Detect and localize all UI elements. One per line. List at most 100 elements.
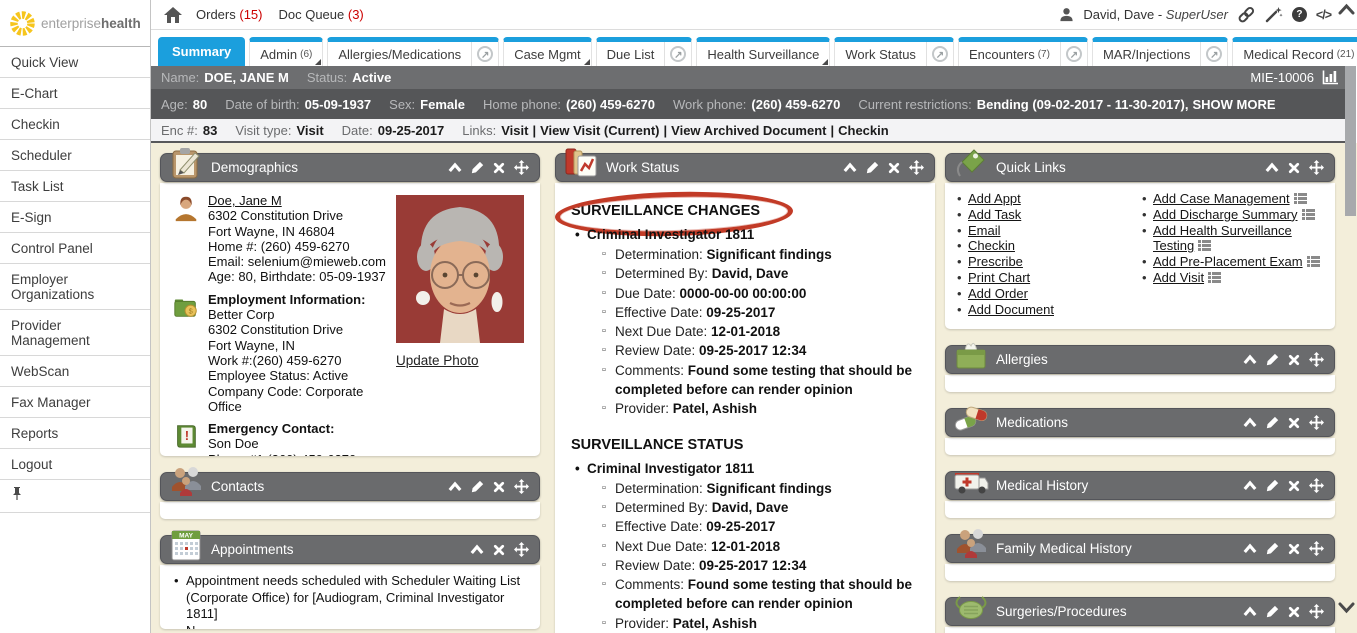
tab-medical-record[interactable]: Medical Record(21) xyxy=(1232,37,1357,66)
chart-icon[interactable] xyxy=(1322,70,1339,85)
collapse-icon[interactable] xyxy=(1243,479,1257,492)
tab-mar-injections[interactable]: MAR/Injections↗ xyxy=(1092,37,1228,66)
scrollbar-thumb[interactable] xyxy=(1345,66,1356,216)
close-icon[interactable] xyxy=(1288,162,1300,174)
quick-link-add-case-management[interactable]: Add Case Management xyxy=(1153,191,1290,206)
edit-icon[interactable] xyxy=(866,161,879,174)
grid-icon[interactable] xyxy=(1298,207,1315,222)
edit-icon[interactable] xyxy=(471,480,484,493)
tab-admin[interactable]: Admin(6) xyxy=(249,37,323,66)
patient-name-link[interactable]: Doe, Jane M xyxy=(208,193,386,208)
sidebar-item-task-list[interactable]: Task List xyxy=(0,171,150,202)
close-icon[interactable] xyxy=(1288,606,1300,618)
link-icon[interactable] xyxy=(1237,6,1256,23)
edit-icon[interactable] xyxy=(1266,605,1279,618)
sidebar-item-reports[interactable]: Reports xyxy=(0,418,150,449)
collapse-icon[interactable] xyxy=(843,161,857,174)
close-icon[interactable] xyxy=(1288,354,1300,366)
quick-link-add-document[interactable]: Add Document xyxy=(968,302,1054,317)
move-icon[interactable] xyxy=(1309,415,1324,430)
tab-encounters[interactable]: Encounters(7)↗ xyxy=(958,37,1088,66)
nav-doc-queue[interactable]: Doc Queue (3) xyxy=(278,7,363,22)
close-icon[interactable] xyxy=(493,162,505,174)
move-icon[interactable] xyxy=(1309,541,1324,556)
quick-link-add-visit[interactable]: Add Visit xyxy=(1153,270,1204,285)
sidebar-pin-button[interactable] xyxy=(0,480,150,513)
quick-link-add-appt[interactable]: Add Appt xyxy=(968,191,1021,206)
edit-icon[interactable] xyxy=(1266,479,1279,492)
scroll-up-icon[interactable] xyxy=(1338,3,1355,16)
move-icon[interactable] xyxy=(1309,604,1324,619)
banner-link-checkin[interactable]: Checkin xyxy=(838,123,889,138)
sidebar-item-webscan[interactable]: WebScan xyxy=(0,356,150,387)
nav-orders[interactable]: Orders (15) xyxy=(196,7,262,22)
scroll-down-icon[interactable] xyxy=(1338,601,1355,614)
tab-health-surveillance[interactable]: Health Surveillance xyxy=(696,37,830,66)
help-icon[interactable]: ? xyxy=(1292,7,1307,22)
move-icon[interactable] xyxy=(1309,160,1324,175)
close-icon[interactable] xyxy=(1288,480,1300,492)
collapse-icon[interactable] xyxy=(1243,605,1257,618)
collapse-icon[interactable] xyxy=(1243,542,1257,555)
wand-icon[interactable] xyxy=(1265,6,1283,23)
collapse-icon[interactable] xyxy=(1243,353,1257,366)
update-photo-link[interactable]: Update Photo xyxy=(396,353,479,368)
quick-link-add-discharge-summary[interactable]: Add Discharge Summary xyxy=(1153,207,1298,222)
tab-popout-button[interactable]: ↗ xyxy=(471,42,498,66)
tab-work-status[interactable]: Work Status↗ xyxy=(834,37,954,66)
sidebar-item-employer-organizations[interactable]: Employer Organizations xyxy=(0,264,150,310)
edit-icon[interactable] xyxy=(1266,542,1279,555)
show-more-link[interactable]: SHOW MORE xyxy=(1192,97,1275,112)
tab-summary[interactable]: Summary xyxy=(158,37,245,66)
tab-case-mgmt[interactable]: Case Mgmt xyxy=(503,37,591,66)
close-icon[interactable] xyxy=(493,544,505,556)
edit-icon[interactable] xyxy=(1266,416,1279,429)
quick-link-add-pre-placement-exam[interactable]: Add Pre-Placement Exam xyxy=(1153,254,1303,269)
sidebar-item-e-sign[interactable]: E-Sign xyxy=(0,202,150,233)
sidebar-item-provider-management[interactable]: Provider Management xyxy=(0,310,150,356)
quick-link-prescribe[interactable]: Prescribe xyxy=(968,254,1023,269)
collapse-icon[interactable] xyxy=(448,480,462,493)
quick-link-email[interactable]: Email xyxy=(968,223,1001,238)
quick-link-print-chart[interactable]: Print Chart xyxy=(968,270,1030,285)
move-icon[interactable] xyxy=(1309,478,1324,493)
banner-link-visit[interactable]: Visit xyxy=(501,123,528,138)
sidebar-item-checkin[interactable]: Checkin xyxy=(0,109,150,140)
banner-link-view-archived-document[interactable]: View Archived Document xyxy=(671,123,826,138)
grid-icon[interactable] xyxy=(1194,238,1211,253)
sidebar-item-fax-manager[interactable]: Fax Manager xyxy=(0,387,150,418)
sidebar-item-logout[interactable]: Logout xyxy=(0,449,150,480)
tab-popout-button[interactable]: ↗ xyxy=(1060,42,1087,66)
sidebar-item-e-chart[interactable]: E-Chart xyxy=(0,78,150,109)
quick-link-add-health-surveillance-testing[interactable]: Add Health Surveillance Testing xyxy=(1153,223,1292,254)
grid-icon[interactable] xyxy=(1303,254,1320,269)
collapse-icon[interactable] xyxy=(1243,416,1257,429)
grid-icon[interactable] xyxy=(1290,191,1307,206)
move-icon[interactable] xyxy=(514,542,529,557)
quick-link-checkin[interactable]: Checkin xyxy=(968,238,1015,253)
move-icon[interactable] xyxy=(514,479,529,494)
collapse-icon[interactable] xyxy=(1265,161,1279,174)
tab-popout-button[interactable]: ↗ xyxy=(1200,42,1227,66)
tab-popout-button[interactable]: ↗ xyxy=(926,42,953,66)
banner-link-view-visit-current[interactable]: View Visit (Current) xyxy=(540,123,659,138)
grid-icon[interactable] xyxy=(1204,270,1221,285)
close-icon[interactable] xyxy=(888,162,900,174)
close-icon[interactable] xyxy=(1288,543,1300,555)
move-icon[interactable] xyxy=(514,160,529,175)
home-button[interactable] xyxy=(164,7,182,23)
tab-due-list[interactable]: Due List↗ xyxy=(596,37,693,66)
close-icon[interactable] xyxy=(1288,417,1300,429)
move-icon[interactable] xyxy=(909,160,924,175)
code-icon[interactable]: </> xyxy=(1316,8,1331,22)
edit-icon[interactable] xyxy=(471,161,484,174)
tab-popout-button[interactable]: ↗ xyxy=(664,42,691,66)
quick-link-add-task[interactable]: Add Task xyxy=(968,207,1021,222)
tab-allergies-medications[interactable]: Allergies/Medications↗ xyxy=(327,37,499,66)
sidebar-item-scheduler[interactable]: Scheduler xyxy=(0,140,150,171)
collapse-icon[interactable] xyxy=(448,161,462,174)
sidebar-item-control-panel[interactable]: Control Panel xyxy=(0,233,150,264)
move-icon[interactable] xyxy=(1309,352,1324,367)
user-name[interactable]: David, Dave - SuperUser xyxy=(1083,7,1228,22)
edit-icon[interactable] xyxy=(1266,353,1279,366)
